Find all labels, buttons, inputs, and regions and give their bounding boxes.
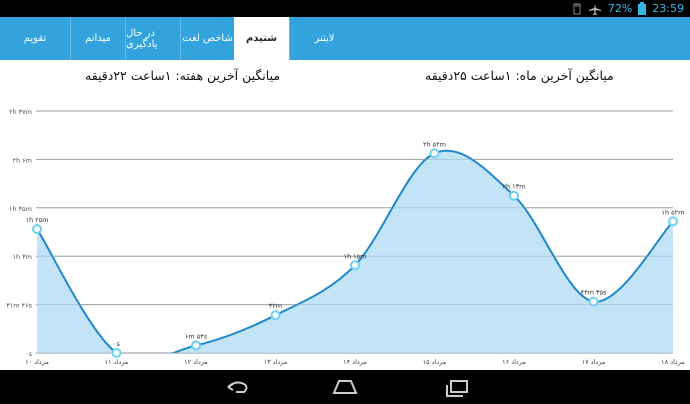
x-tick-label: ۱۳ مرداد: [264, 358, 288, 366]
sd-card-icon: [573, 3, 581, 14]
data-label: ۲h ۱۳m: [503, 183, 526, 191]
x-tick-label: ۱۰ مرداد: [25, 358, 49, 366]
data-label: ۲h ۵۲m: [423, 140, 446, 148]
x-tick-label: ۱۵ مرداد: [423, 358, 447, 366]
tab-calendar[interactable]: تقویم: [0, 17, 70, 60]
usage-chart: ۰s ۳۱m ۴۶s ۱h ۳m ۱h ۳۵m ۲h ۶m ۲h ۳۷m ۱h ۲۵m ۰s ۶…: [6, 108, 685, 366]
x-tick-label: ۱۸ مرداد: [661, 358, 685, 366]
y-tick-label: ۲h ۳۷m: [9, 108, 32, 116]
battery-icon: [638, 2, 647, 15]
status-icons: 72% 23:59: [572, 1, 684, 16]
data-point[interactable]: [429, 148, 440, 159]
nav-bar: [0, 370, 690, 404]
data-point[interactable]: [191, 340, 201, 351]
data-point[interactable]: [509, 190, 519, 201]
data-point[interactable]: [32, 223, 42, 234]
data-label: ۱h ۲۵m: [26, 216, 49, 224]
data-point[interactable]: [588, 296, 599, 307]
x-tick-label: ۱۲ مرداد: [184, 358, 208, 366]
y-tick-label: ۲h ۶m: [13, 156, 33, 164]
x-tick-label: ۱۴ مرداد: [343, 358, 367, 366]
x-tick-label: ۱۶ مرداد: [502, 358, 526, 366]
clock: 23:59: [652, 2, 684, 15]
data-label: ۶m ۵۴s: [185, 332, 208, 340]
tab-leitner[interactable]: لایتنر: [289, 17, 359, 60]
data-label: ۱h ۱۵m: [344, 252, 367, 260]
battery-percent: 72%: [607, 2, 633, 15]
tab-word-index[interactable]: شاخص لغت: [180, 17, 234, 60]
back-icon[interactable]: [216, 375, 256, 399]
x-tick-label: ۱۱ مرداد: [105, 358, 129, 366]
y-tick-label: ۳۱m ۴۶s: [6, 302, 32, 310]
y-tick-label: ۱h ۳۵m: [9, 205, 32, 213]
recents-icon[interactable]: [437, 375, 477, 399]
data-label: ۰s: [113, 340, 120, 348]
data-point[interactable]: [668, 216, 678, 227]
data-point[interactable]: [270, 310, 281, 321]
week-average-heading: میانگین آخرین هفته: ۱ساعت ۲۲دقیقه: [85, 68, 281, 83]
data-label: ۴۴m ۳۵s: [581, 289, 607, 297]
data-point[interactable]: [111, 348, 122, 358]
month-average-heading: میانگین آخرین ماه: ۱ساعت ۲۵دقیقه: [425, 68, 614, 83]
home-icon[interactable]: [325, 375, 365, 399]
x-tick-label: ۱۷ مرداد: [582, 358, 606, 366]
y-tick-label: ۱h ۳m: [13, 253, 33, 261]
airplane-icon: [588, 3, 601, 15]
tab-heard[interactable]: شنیدم: [234, 17, 289, 60]
status-bar: 72% 23:59: [0, 0, 690, 17]
data-label: ۳۲m: [269, 302, 282, 310]
data-point[interactable]: [350, 260, 360, 271]
tab-bar: تقویم میدانم در حال یادگیری شاخص لغت شنی…: [0, 17, 690, 60]
data-label: ۱h ۵۲m: [662, 208, 685, 216]
tab-known[interactable]: میدانم: [70, 17, 125, 60]
y-tick-label: ۰s: [25, 350, 32, 358]
tab-learning[interactable]: در حال یادگیری: [125, 17, 180, 60]
